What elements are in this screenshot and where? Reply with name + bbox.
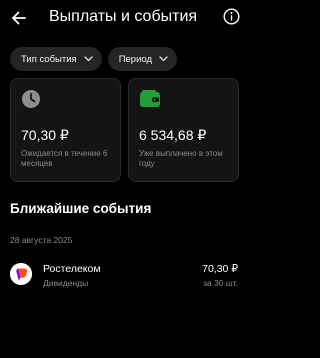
back-button[interactable] xyxy=(9,8,29,28)
chevron-down-icon xyxy=(159,56,168,62)
expected-amount: 70,30 ₽ xyxy=(21,127,69,143)
info-icon xyxy=(223,8,240,25)
event-row[interactable]: Ростелеком Дивиденды 70,30 ₽ за 30 шт. xyxy=(0,255,250,295)
expected-payments-card[interactable]: 70,30 ₽ Ожидается в течение 6 месяцев xyxy=(10,78,121,182)
paid-caption: Уже выплачено в этом году xyxy=(139,149,223,168)
upcoming-events-heading: Ближайшие события xyxy=(10,201,152,216)
info-button[interactable] xyxy=(223,8,240,25)
event-amount: 70,30 ₽ xyxy=(202,263,238,275)
page-title: Выплаты и события xyxy=(49,8,198,25)
event-type-filter[interactable]: Тип события xyxy=(10,47,102,71)
event-date: 28 августа 2025 xyxy=(10,235,73,245)
rostelecom-logo-icon xyxy=(10,263,32,285)
event-type-filter-label: Тип события xyxy=(21,53,77,65)
arrow-left-icon xyxy=(12,11,26,25)
paid-amount: 6 534,68 ₽ xyxy=(139,127,207,143)
expected-caption: Ожидается в течение 6 месяцев xyxy=(21,149,108,168)
top-bar: Выплаты и события xyxy=(0,0,250,36)
clock-icon xyxy=(22,90,40,108)
event-quantity: за 30 шт. xyxy=(203,278,238,288)
period-filter-label: Период xyxy=(118,53,153,65)
paid-payments-card[interactable]: 6 534,68 ₽ Уже выплачено в этом году xyxy=(128,78,239,182)
period-filter[interactable]: Период xyxy=(107,47,178,71)
wallet-icon xyxy=(140,90,160,107)
chevron-down-icon xyxy=(83,56,93,62)
event-company: Ростелеком xyxy=(43,263,101,275)
filter-bar: Тип события Период xyxy=(10,47,178,71)
event-type: Дивиденды xyxy=(43,278,89,288)
